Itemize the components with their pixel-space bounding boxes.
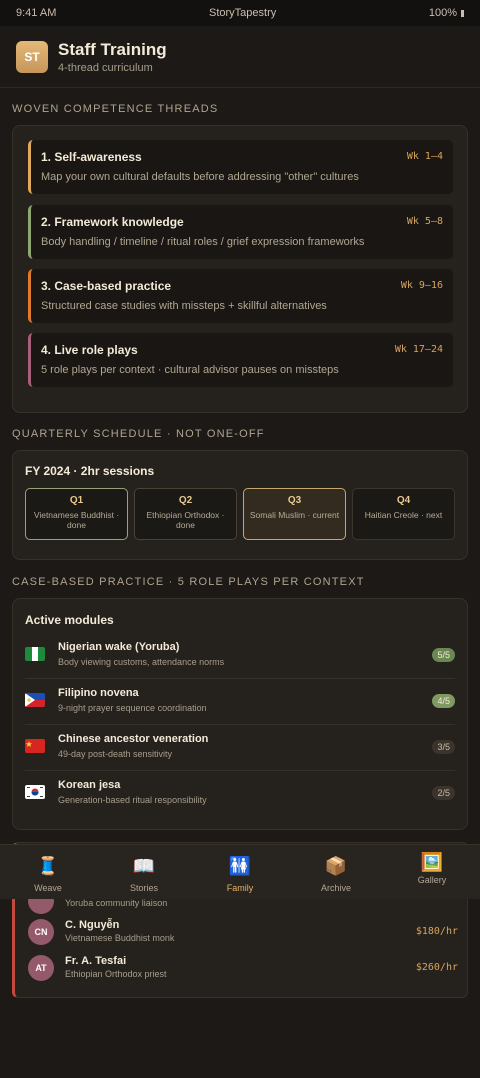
tab-archive[interactable]: 📦 Archive [288,845,384,899]
quarter-desc: Vietnamese Buddhist · done [33,510,120,530]
schedule-section-label: QUARTERLY SCHEDULE · NOT ONE-OFF [12,428,265,440]
status-time: 9:41 AM [16,7,57,19]
thread-desc: Body handling / timeline / ritual roles … [41,236,365,248]
thread-item[interactable]: 1. Self-awareness Wk 1–4 Map your own cu… [28,140,453,194]
thread-item[interactable]: 3. Case-based practice Wk 9–16 Structure… [28,269,453,323]
thread-title: 4. Live role plays [41,343,138,357]
quarter-q1[interactable]: Q1 Vietnamese Buddhist · done [25,488,128,540]
thread-weeks: Wk 1–4 [406,151,443,162]
module-title: Nigerian wake (Yoruba) [58,641,180,653]
china-flag-icon [25,739,45,753]
quarter-desc: Haitian Creole · next [364,510,443,520]
quarter-list: Q1 Vietnamese Buddhist · done Q2 Ethiopi… [25,488,455,540]
thread-desc: 5 role plays per context · cultural advi… [41,364,339,376]
status-app-name: StoryTapestry [208,7,277,19]
nigeria-flag-icon [25,647,45,661]
module-progress-badge: 5/5 [432,648,455,662]
advisor-avatar: CN [28,919,54,945]
module-subtitle: 9-night prayer sequence coordination [58,703,207,713]
advisor-role: Ethiopian Orthodox priest [65,969,167,979]
schedule-title: FY 2024 · 2hr sessions [25,464,155,478]
page-subtitle: 4-thread curriculum [58,61,153,74]
battery-icon [461,9,464,17]
tab-label: Stories [129,883,158,893]
tab-label: Archive [320,883,351,893]
tab-family[interactable]: 🚻 Family [192,845,288,899]
module-progress-badge: 3/5 [432,740,455,754]
threads-section-label: WOVEN COMPETENCE THREADS [12,103,219,115]
module-progress-badge: 2/5 [432,786,455,800]
tab-label: Weave [34,883,62,893]
module-row[interactable]: Nigerian wake (Yoruba) Body viewing cust… [25,633,455,679]
tab-label: Gallery [417,875,447,885]
quarter-desc: Ethiopian Orthodox · done [146,510,225,530]
philippines-flag-icon [25,693,45,707]
module-progress-badge: 4/5 [432,694,455,708]
module-subtitle: Generation-based ritual responsibility [58,795,207,805]
quarter-desc: Somali Muslim · current [249,510,340,520]
family-icon: 🚻 [228,856,252,876]
advisor-row[interactable]: AT Fr. A. Tesfai Ethiopian Orthodox prie… [28,955,458,983]
advisor-avatar: AT [28,955,54,981]
modules-section-label: CASE-BASED PRACTICE · 5 ROLE PLAYS PER C… [12,576,365,588]
tab-weave[interactable]: 🧵 Weave [0,845,96,899]
tab-label: Family [226,883,254,893]
advisor-rate: $180/hr [415,926,458,937]
module-row[interactable]: Chinese ancestor veneration 49-day post-… [25,725,455,771]
quarter-name: Q4 [396,495,411,506]
thread-title: 3. Case-based practice [41,279,172,293]
module-subtitle: Body viewing customs, attendance norms [58,657,225,667]
advisor-role: Yoruba community liaison [65,898,168,908]
quarter-q4[interactable]: Q4 Haitian Creole · next [352,488,455,540]
modules-card: Active modules Nigerian wake (Yoruba) Bo… [12,598,468,830]
threads-card: 1. Self-awareness Wk 1–4 Map your own cu… [12,125,468,413]
thread-weeks: Wk 17–24 [394,344,443,355]
advisor-name: C. Nguyễn [65,919,120,931]
modules-title: Active modules [25,613,114,627]
status-battery: 100% [429,7,464,19]
page-title: Staff Training [58,39,167,59]
thread-desc: Structured case studies with missteps + … [41,300,327,312]
thread-title: 1. Self-awareness [41,150,142,164]
thread-item[interactable]: 4. Live role plays Wk 17–24 5 role plays… [28,333,453,387]
schedule-card: FY 2024 · 2hr sessions Q1 Vietnamese Bud… [12,450,468,560]
quarter-name: Q3 [287,495,302,506]
status-bar: 9:41 AM StoryTapestry 100% [0,0,480,26]
module-subtitle: 49-day post-death sensitivity [58,749,173,759]
korea-flag-icon [25,785,45,799]
advisor-rate: $260/hr [415,962,458,973]
quarter-name: Q2 [178,495,193,506]
thread-weeks: Wk 9–16 [400,280,443,291]
module-row[interactable]: Filipino novena 9-night prayer sequence … [25,679,455,725]
module-title: Korean jesa [58,779,121,791]
page-header: ST Staff Training 4-thread curriculum [0,26,480,88]
module-title: Filipino novena [58,687,139,699]
thread-title: 2. Framework knowledge [41,215,184,229]
advisor-name: Fr. A. Tesfai [65,955,127,967]
thread-spool-icon: 🧵 [36,856,60,876]
module-title: Chinese ancestor veneration [58,733,209,745]
box-icon: 📦 [324,856,348,876]
thread-weeks: Wk 5–8 [406,216,443,227]
app-avatar[interactable]: ST [16,40,48,73]
quarter-q2[interactable]: Q2 Ethiopian Orthodox · done [134,488,237,540]
advisor-role: Vietnamese Buddhist monk [65,933,175,943]
tab-gallery[interactable]: 🖼️ Gallery [384,845,480,899]
book-icon: 📖 [132,856,156,876]
picture-icon: 🖼️ [420,852,444,872]
bottom-tab-bar: 🧵 Weave 📖 Stories 🚻 Family 📦 Archive 🖼️ … [0,844,480,899]
thread-desc: Map your own cultural defaults before ad… [41,171,359,183]
module-row[interactable]: Korean jesa Generation-based ritual resp… [25,771,455,817]
thread-item[interactable]: 2. Framework knowledge Wk 5–8 Body handl… [28,205,453,259]
quarter-q3[interactable]: Q3 Somali Muslim · current [243,488,346,540]
advisor-row[interactable]: CN C. Nguyễn Vietnamese Buddhist monk $1… [28,919,458,947]
tab-stories[interactable]: 📖 Stories [96,845,192,899]
quarter-name: Q1 [69,495,84,506]
